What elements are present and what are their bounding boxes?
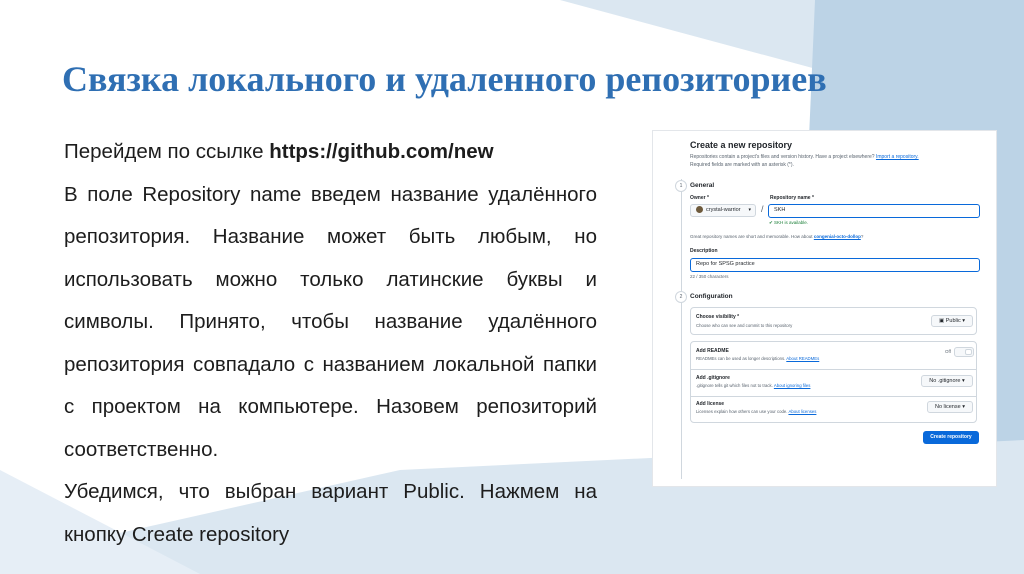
chevron-down-icon: ▾ xyxy=(962,404,965,410)
readme-state-label: Off xyxy=(945,349,951,354)
create-repository-button[interactable]: Create repository xyxy=(923,431,979,444)
paragraph-public: Убедимся, что выбран вариант Public. Наж… xyxy=(64,480,597,546)
visibility-desc: Choose who can see and commit to this re… xyxy=(696,323,793,328)
options-divider xyxy=(691,396,976,397)
license-title: Add license xyxy=(696,401,725,407)
license-desc-text: Licenses explain how others can use your… xyxy=(696,409,788,414)
about-licenses-link[interactable]: About licenses xyxy=(788,409,816,414)
configuration-heading: Configuration xyxy=(690,293,733,300)
about-ignoring-files-link[interactable]: About ignoring files xyxy=(774,383,811,388)
gh-heading: Create a new repository xyxy=(690,140,793,150)
license-select[interactable]: No license ▾ xyxy=(927,401,973,413)
gitignore-title: Add .gitignore xyxy=(696,375,730,381)
readme-desc-text: READMEs can be used as longer descriptio… xyxy=(696,356,786,361)
name-hint-text: Great repository names are short and mem… xyxy=(690,234,813,239)
owner-label: Owner * xyxy=(690,195,709,201)
description-label: Description xyxy=(690,248,718,254)
check-circle-icon: ✔ xyxy=(769,220,773,225)
availability-text: SKH is available. xyxy=(774,220,809,225)
description-input[interactable]: Repo for SPSG practice xyxy=(690,258,980,272)
slide-title: Связка локального и удаленного репозитор… xyxy=(62,59,827,99)
visibility-title: Choose visibility * xyxy=(696,314,740,320)
license-value: No license xyxy=(935,404,961,410)
gitignore-desc-text: .gitignore tells git which files not to … xyxy=(696,383,773,388)
availability-status: ✔ SKH is available. xyxy=(769,220,808,226)
chevron-down-icon: ▾ xyxy=(961,378,965,384)
gitignore-select[interactable]: No .gitignore ▾ xyxy=(921,375,973,387)
step-1-marker: 1 xyxy=(675,180,687,192)
slide-body: Перейдем по ссылке https://github.com/ne… xyxy=(64,131,597,556)
name-suggestion-link[interactable]: congenial-octo-dollop xyxy=(814,234,861,239)
readme-desc: READMEs can be used as longer descriptio… xyxy=(696,356,819,361)
description-char-count: 22 / 350 characters xyxy=(690,274,729,279)
github-screenshot: Create a new repository Repositories con… xyxy=(653,131,996,486)
options-divider xyxy=(691,369,976,370)
lock-icon: ▣ xyxy=(938,318,945,324)
name-hint: Great repository names are short and mem… xyxy=(690,234,863,239)
about-readmes-link[interactable]: About READMEs xyxy=(786,356,819,361)
paragraph-lead: Перейдем по ссылке xyxy=(64,140,270,163)
gitignore-value: No .gitignore xyxy=(929,378,961,384)
gh-required-note: Required fields are marked with an aster… xyxy=(690,162,794,168)
readme-toggle[interactable] xyxy=(954,347,974,357)
repository-name-input[interactable]: SKH xyxy=(768,204,980,218)
owner-value: crystal-warrior xyxy=(706,207,741,213)
visibility-card: Choose visibility * Choose who can see a… xyxy=(690,307,977,335)
chevron-down-icon: ▾ xyxy=(748,207,751,213)
visibility-value: Public xyxy=(945,318,961,324)
license-desc: Licenses explain how others can use your… xyxy=(696,409,816,414)
step-2-marker: 2 xyxy=(675,291,687,303)
steps-rail xyxy=(681,179,682,479)
visibility-select[interactable]: ▣ Public ▾ xyxy=(931,315,973,327)
gh-subtitle-text: Repositories contain a project's files a… xyxy=(690,154,875,160)
gh-subtitle: Repositories contain a project's files a… xyxy=(690,153,919,169)
repo-options-card: Add README READMEs can be used as longer… xyxy=(690,341,977,423)
name-hint-end: ? xyxy=(860,234,864,239)
owner-repo-slash: / xyxy=(761,204,764,214)
paragraph-link: Перейдем по ссылке https://github.com/ne… xyxy=(64,131,597,174)
owner-select[interactable]: crystal-warrior ▾ xyxy=(690,204,756,217)
chevron-down-icon: ▾ xyxy=(962,318,965,324)
avatar-icon xyxy=(696,206,703,214)
readme-title: Add README xyxy=(696,348,729,354)
general-heading: General xyxy=(690,182,715,189)
import-repository-link[interactable]: Import a repository. xyxy=(876,154,919,160)
gitignore-desc: .gitignore tells git which files not to … xyxy=(696,383,810,388)
repo-name-label: Repository name * xyxy=(770,195,814,201)
github-new-url[interactable]: https://github.com/new xyxy=(269,140,493,163)
paragraph-repository-name: В поле Repository name введем название у… xyxy=(64,182,597,461)
